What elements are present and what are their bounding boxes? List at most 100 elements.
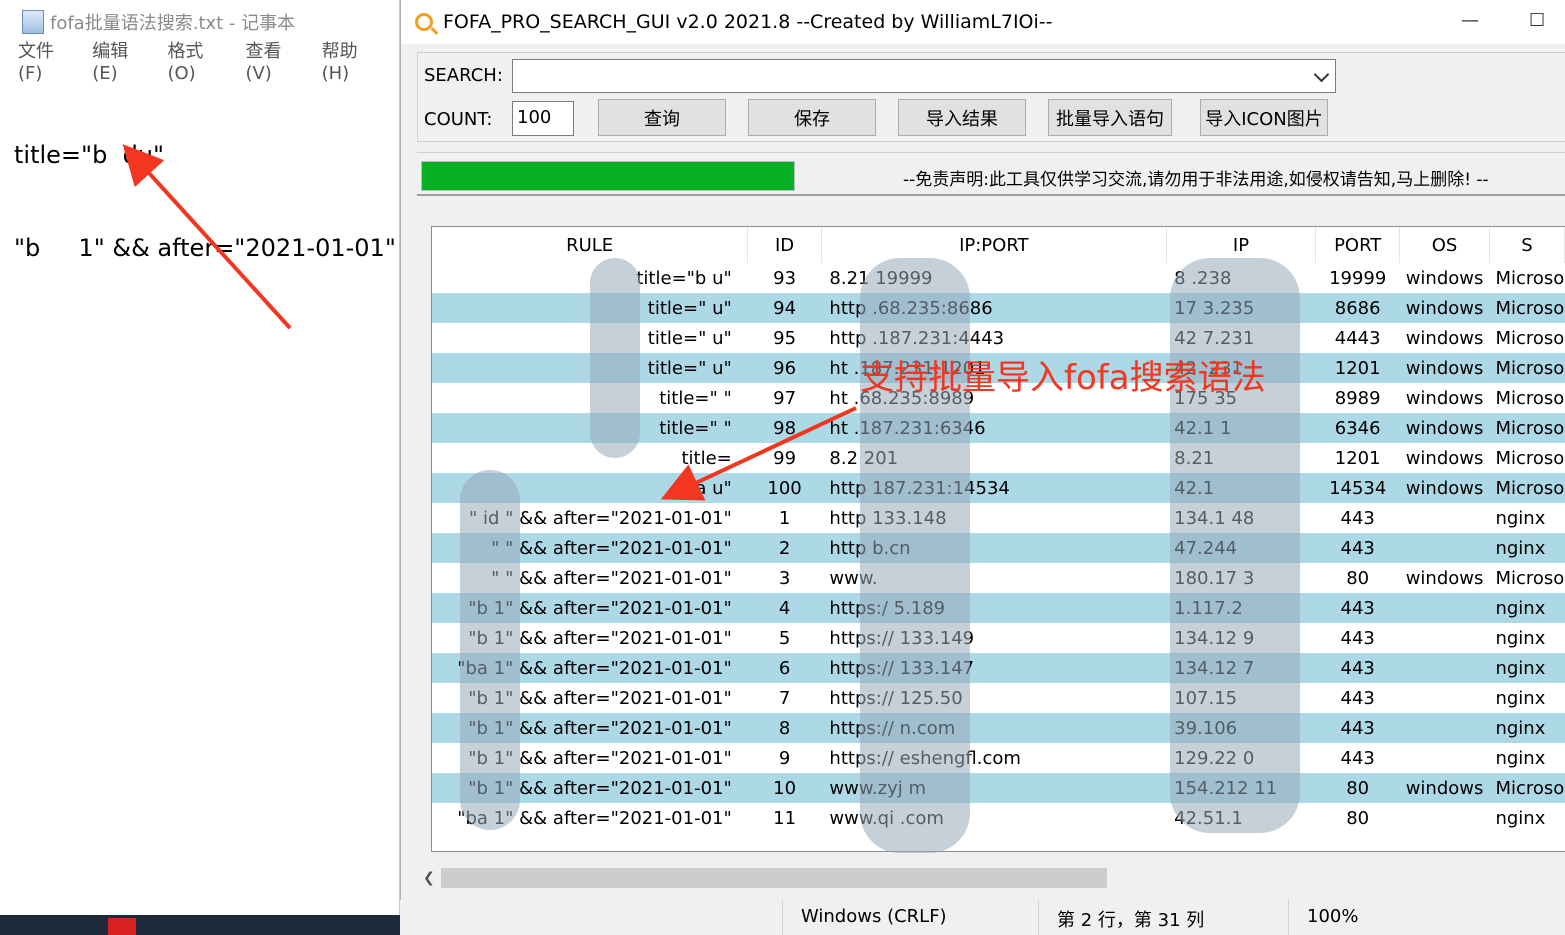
table-row[interactable]: "b 1" && after="2021-01-01"5https:// 133… — [432, 623, 1565, 653]
table-row[interactable]: "b 1" && after="2021-01-01"10www.zyj m15… — [432, 773, 1565, 803]
table-header: RULE ID IP:PORT IP PORT OS S — [432, 227, 1565, 263]
col-port[interactable]: PORT — [1315, 227, 1401, 263]
col-rule[interactable]: RULE — [432, 227, 749, 263]
import-results-button[interactable]: 导入结果 — [898, 99, 1026, 136]
search-combobox[interactable] — [512, 59, 1336, 93]
table-row[interactable]: " " && after="2021-01-01"2http b.cn47.24… — [432, 533, 1565, 563]
cell-os — [1399, 713, 1490, 743]
status-position: 第 2 行，第 31 列 — [1038, 900, 1288, 935]
cell-os: windows — [1399, 293, 1490, 323]
menu-file[interactable]: 文件(F) — [18, 37, 78, 84]
count-label: COUNT: — [424, 109, 493, 130]
notepad-window: fofa批量语法搜索.txt - 记事本 文件(F) 编辑(E) 格式(O) 查… — [0, 0, 400, 935]
cell-server: Microso — [1489, 353, 1565, 383]
redaction-blur — [860, 258, 970, 853]
table-row[interactable]: " id " && after="2021-01-01"1http 133.14… — [432, 503, 1565, 533]
notepad-title: fofa批量语法搜索.txt - 记事本 — [50, 13, 296, 34]
cell-os — [1400, 743, 1490, 773]
count-input[interactable]: 100 — [512, 101, 574, 136]
col-ipport[interactable]: IP:PORT — [821, 227, 1167, 263]
cell-server: Microso — [1489, 773, 1565, 803]
scroll-thumb[interactable] — [441, 868, 1107, 888]
horizontal-scrollbar[interactable]: ❮ — [417, 866, 1565, 890]
progress-bar — [421, 161, 795, 191]
cell-id: 9 — [778, 747, 791, 769]
cell-port: 80 — [1346, 567, 1370, 589]
cell-server: nginx — [1489, 533, 1565, 563]
notepad-text-area[interactable]: title="b du" "b 1" && after="2021-01-01" — [0, 76, 399, 326]
cell-os — [1400, 803, 1490, 833]
magnifier-icon — [415, 13, 433, 31]
progress-row: --免责声明:此工具仅供学习交流,请勿用于非法用途,如侵权请告知,马上删除! -… — [417, 152, 1565, 196]
query-button[interactable]: 查询 — [598, 99, 726, 136]
annotation-text: 支持批量导入fofa搜索语法 — [860, 358, 1266, 398]
scroll-left-icon[interactable]: ❮ — [423, 870, 435, 886]
cell-id: 1 — [778, 507, 791, 529]
cell-id: 97 — [773, 387, 797, 409]
cell-id: 99 — [773, 447, 797, 469]
cell-server: Microso — [1489, 413, 1565, 443]
cell-id: 11 — [773, 807, 797, 829]
table-row[interactable]: "b 1" && after="2021-01-01"8https:// n.c… — [432, 713, 1565, 743]
search-panel: SEARCH: COUNT: 100 查询 保存 导入结果 批量导入语句 导入I… — [417, 52, 1565, 142]
chevron-down-icon[interactable] — [1313, 66, 1330, 83]
cell-os — [1400, 623, 1490, 653]
table-row[interactable]: "ba 1" && after="2021-01-01"11www.qi .co… — [432, 803, 1565, 833]
cell-server: nginx — [1489, 593, 1565, 623]
cell-port: 1201 — [1334, 447, 1381, 469]
status-bar: Windows (CRLF) 第 2 行，第 31 列 100% — [400, 900, 1565, 935]
table-row[interactable]: " " && after="2021-01-01"3www. 180.17 38… — [432, 563, 1565, 593]
notepad-line-2: "b 1" && after="2021-01-01" — [14, 234, 396, 262]
redaction-blur — [1170, 258, 1300, 833]
notepad-icon — [22, 10, 44, 34]
col-server[interactable]: S — [1489, 227, 1565, 263]
cell-port: 443 — [1340, 507, 1375, 529]
cell-port: 19999 — [1329, 267, 1387, 289]
cell-server: Microso — [1495, 267, 1565, 289]
cell-os: windows — [1399, 773, 1490, 803]
cell-port: 1201 — [1315, 353, 1400, 383]
cell-id: 3 — [778, 567, 791, 589]
taskbar-fragment — [0, 915, 400, 935]
fofa-titlebar: FOFA_PRO_SEARCH_GUI v2.0 2021.8 --Create… — [401, 0, 1565, 44]
status-zoom: 100% — [1288, 900, 1548, 935]
import-icon-button[interactable]: 导入ICON图片 — [1200, 99, 1328, 136]
col-id[interactable]: ID — [747, 227, 822, 263]
cell-port: 443 — [1340, 627, 1375, 649]
table-row[interactable]: "b 1" && after="2021-01-01"4https:/ 5.18… — [432, 593, 1565, 623]
table-row[interactable]: ba u"100http 187.231:1453442.1 14534wind… — [432, 473, 1565, 503]
cell-os — [1399, 593, 1490, 623]
cell-id: 96 — [747, 353, 822, 383]
minimize-icon[interactable]: — — [1461, 10, 1479, 31]
cell-os: windows — [1405, 387, 1484, 409]
batch-import-button[interactable]: 批量导入语句 — [1048, 99, 1172, 136]
redaction-blur — [590, 258, 640, 458]
menu-view[interactable]: 查看(V) — [245, 37, 307, 84]
notepad-menubar: 文件(F) 编辑(E) 格式(O) 查看(V) 帮助(H) — [0, 41, 399, 84]
menu-help[interactable]: 帮助(H) — [322, 37, 385, 84]
save-button[interactable]: 保存 — [748, 99, 876, 136]
table-row[interactable]: "b 1" && after="2021-01-01"9https:// esh… — [432, 743, 1565, 773]
cell-server: nginx — [1495, 507, 1546, 529]
cell-server: nginx — [1495, 687, 1546, 709]
menu-format[interactable]: 格式(O) — [167, 37, 231, 84]
menu-edit[interactable]: 编辑(E) — [92, 37, 153, 84]
cell-port: 443 — [1315, 713, 1400, 743]
cell-port: 14534 — [1315, 473, 1400, 503]
table-row[interactable]: "b 1" && after="2021-01-01"7https:// 125… — [432, 683, 1565, 713]
table-row[interactable]: "ba 1" && after="2021-01-01"6https:// 13… — [432, 653, 1565, 683]
maximize-icon[interactable]: ☐ — [1529, 10, 1545, 31]
cell-os — [1400, 683, 1490, 713]
cell-port: 443 — [1315, 653, 1400, 683]
fofa-window: FOFA_PRO_SEARCH_GUI v2.0 2021.8 --Create… — [400, 0, 1565, 900]
cell-server: Microso — [1495, 447, 1565, 469]
cell-os — [1400, 503, 1490, 533]
cell-port: 443 — [1315, 593, 1400, 623]
cell-port: 8686 — [1315, 293, 1400, 323]
cell-server: Microso — [1489, 473, 1565, 503]
cell-id: 2 — [747, 533, 822, 563]
cell-os: windows — [1399, 353, 1490, 383]
col-os[interactable]: OS — [1399, 227, 1490, 263]
cell-server: nginx — [1489, 653, 1565, 683]
cell-server: nginx — [1489, 713, 1565, 743]
